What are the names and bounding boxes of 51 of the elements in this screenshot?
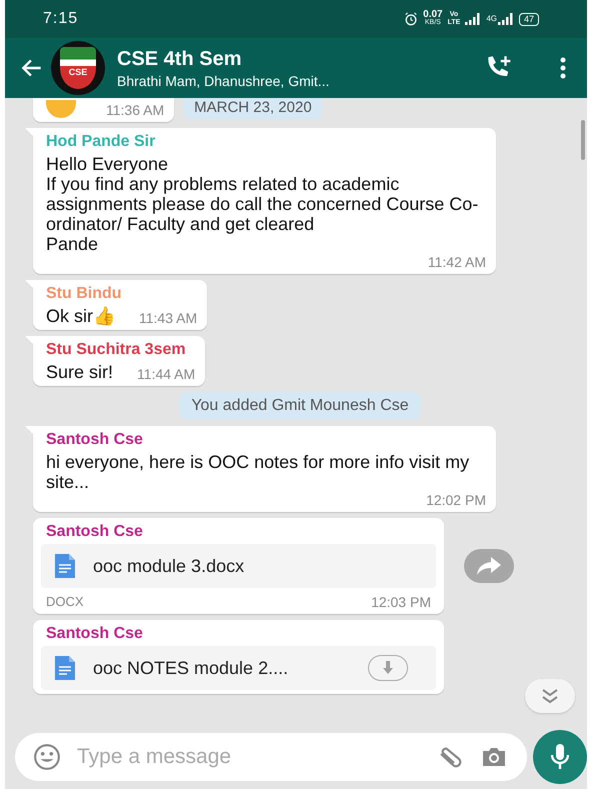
forward-arrow-icon (477, 557, 501, 575)
logo-label: CSE (68, 67, 88, 77)
document-icon (55, 554, 75, 578)
message-text: Hello Everyone If you find any problems related to academic assignments please do call the concerned Course Co-ordinator/ Faculty and get cleared Pande (46, 154, 480, 254)
message-text: hi everyone, here is OOC notes for more info visit my site... (46, 452, 470, 492)
file-attachment[interactable]: ooc module 3.docx (41, 544, 436, 588)
scroll-down-button[interactable] (525, 679, 575, 713)
signal-icon (498, 13, 514, 25)
emoji-icon (46, 100, 76, 118)
network-speed: 0.07 (423, 11, 443, 19)
message-time: 11:36 AM (106, 102, 164, 118)
forward-button[interactable] (464, 549, 514, 583)
scrollbar-drawing (581, 120, 585, 160)
date-label: MARCH 23, 2020 (184, 98, 322, 119)
double-chevron-icon (540, 688, 560, 704)
message-text: Sure sir! (46, 362, 114, 382)
group-avatar[interactable]: CSE (51, 41, 105, 95)
voice-record-button[interactable] (533, 730, 587, 784)
file-attachment[interactable]: ooc NOTES module 2.... (41, 646, 436, 690)
sender-name: Santosh Cse (46, 431, 144, 449)
network-type: 4G (486, 14, 497, 23)
message-time: 12:03 PM (371, 594, 431, 610)
message-time: 11:44 AM (137, 366, 196, 382)
message-input[interactable]: Type a message (75, 744, 423, 770)
chat-members: Bhrathi Mam, Dhanushree, Gmit... (117, 72, 330, 88)
file-name: ooc module 3.docx (93, 556, 246, 576)
sender-name: Santosh Cse (45, 523, 144, 541)
file-type: DOCX (46, 594, 84, 610)
file-name: ooc NOTES module 2.... (93, 658, 290, 678)
sender-name: Santosh Cse (45, 625, 144, 643)
download-button[interactable] (368, 655, 408, 681)
message-time: 11:43 AM (139, 310, 198, 326)
alarm-icon (404, 12, 418, 26)
message-time: 11:42 AM (428, 254, 486, 270)
more-options-icon[interactable] (559, 56, 567, 80)
sender-name: Stu Suchitra 3sem (46, 341, 187, 359)
message-text: Ok sir👍 (46, 306, 115, 326)
emoji-icon[interactable] (33, 743, 61, 771)
sender-name: Stu Bindu (46, 285, 123, 303)
chat-title[interactable]: CSE 4th Sem (117, 48, 455, 70)
microphone-icon (551, 744, 569, 770)
clock-time: 7:15 (43, 10, 78, 28)
message-field[interactable]: Type a message (15, 733, 527, 781)
download-icon (382, 661, 394, 675)
message-time: 12:02 PM (426, 492, 486, 508)
camera-icon[interactable] (481, 746, 507, 768)
battery-level: 47 (518, 12, 539, 26)
system-message: You added Gmit Mounesh Cse (179, 392, 421, 420)
signal-icon (465, 13, 482, 25)
sender-name: Hod Pande Sir (46, 133, 156, 151)
document-icon (55, 656, 75, 680)
